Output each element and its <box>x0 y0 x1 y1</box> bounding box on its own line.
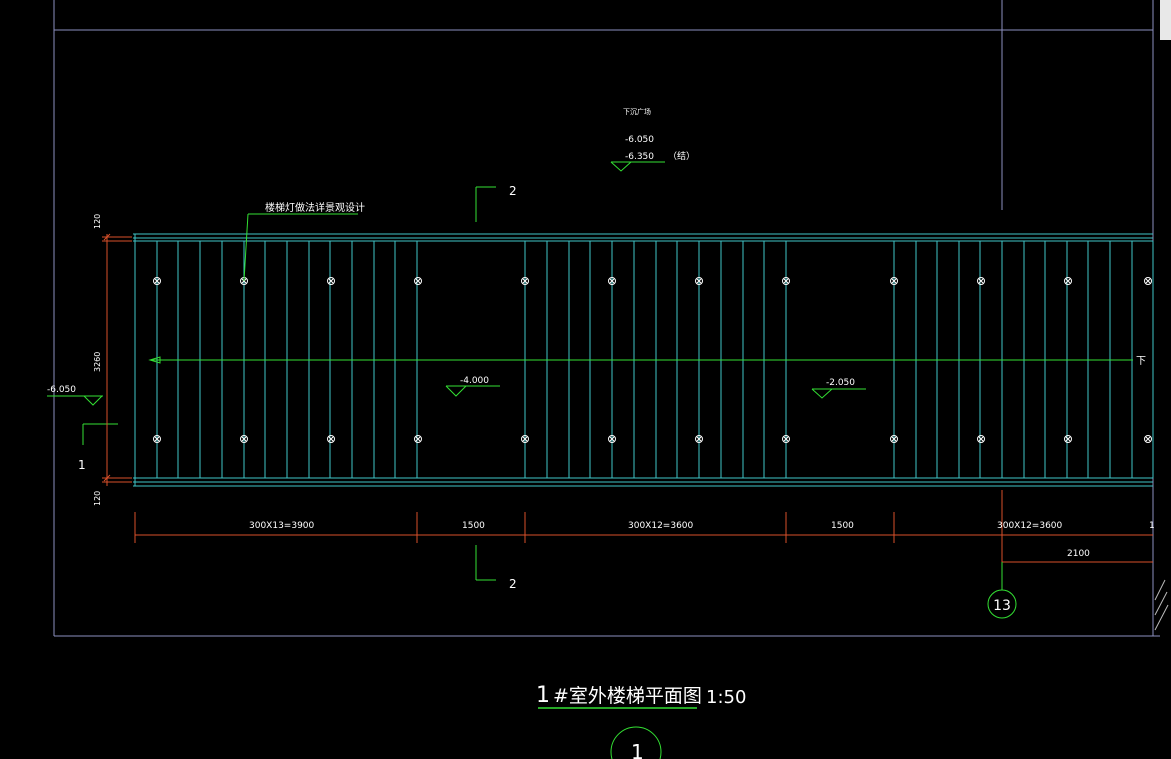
section-mark-top-label: 2 <box>509 184 517 198</box>
railing-leader <box>243 213 358 282</box>
landing-left-elevation: -4.000 <box>460 376 489 386</box>
left-side-elevation: -6.050 <box>47 385 76 395</box>
railing-post-cross <box>1145 278 1151 284</box>
elevation-top-1: -6.050 <box>625 135 654 145</box>
section-mark-bottom <box>475 545 496 581</box>
grid-axis-label: 13 <box>993 598 1011 614</box>
landing-right-elevation: -2.050 <box>826 378 855 388</box>
dim-left-height: 3260 <box>93 352 102 372</box>
elevation-top-2: -6.350 <box>625 152 654 162</box>
left-dimension-line <box>102 233 132 486</box>
title-number: 1 <box>536 683 550 708</box>
dim-span-tail: 1 <box>1149 521 1155 531</box>
dim-left-bottom: 120 <box>93 491 102 506</box>
title-text: #室外楼梯平面图 <box>553 685 702 707</box>
elevation-symbol-left <box>47 395 103 406</box>
vertical-scrollbar[interactable] <box>1160 0 1171 40</box>
area-label: 下沉广场 <box>623 107 651 116</box>
dim-span-3: 300X12=3600 <box>628 521 694 531</box>
elevation-top-note: （结） <box>668 150 695 162</box>
dim-span-5: 300X12=3600 <box>997 521 1063 531</box>
view-number: 1 <box>631 740 644 759</box>
section-mark-left <box>82 423 118 445</box>
elevation-symbol-landing-right <box>811 388 866 399</box>
cad-drawing-canvas[interactable]: 下 下沉广场 -6.050 -6.350 （结） 楼梯灯做法详景观设计 2 2 … <box>0 0 1171 759</box>
section-mark-top <box>475 186 496 222</box>
title-scale: 1:50 <box>706 687 746 708</box>
down-arrow-label: 下 <box>1136 356 1146 367</box>
hatch-right-edge <box>1154 579 1169 631</box>
dim-span-4: 1500 <box>831 521 854 531</box>
dim-span-2: 1500 <box>462 521 485 531</box>
elevation-symbol-top <box>610 161 665 172</box>
dim-left-top: 120 <box>93 214 102 229</box>
railing-post-cross <box>1145 436 1151 442</box>
dim-span-1: 300X13=3900 <box>249 521 315 531</box>
railing-note: 楼梯灯做法详景观设计 <box>265 201 365 214</box>
section-mark-left-label: 1 <box>78 458 86 472</box>
dim-sub-span: 2100 <box>1067 549 1090 559</box>
drawing-frame <box>53 0 1160 637</box>
elevation-symbol-landing-left <box>445 385 500 397</box>
section-mark-bottom-label: 2 <box>509 577 517 591</box>
